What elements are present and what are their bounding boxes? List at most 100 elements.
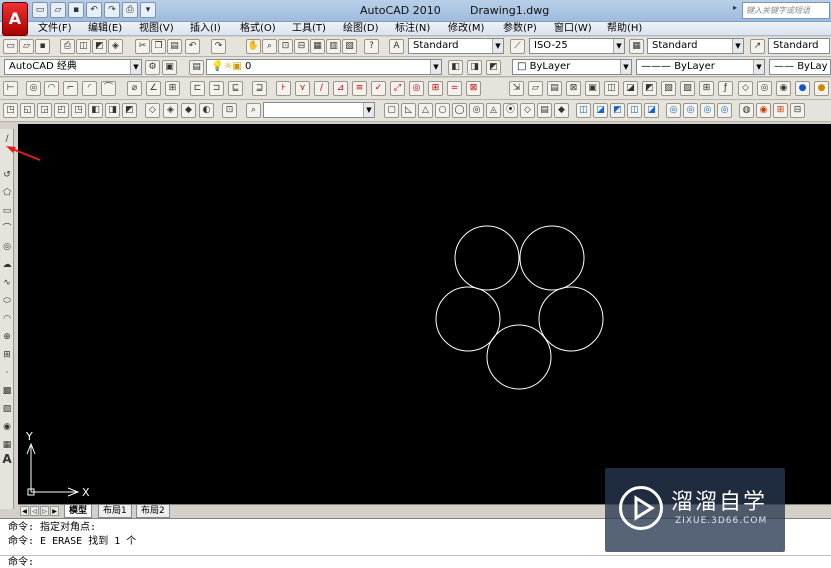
make-block-icon[interactable]: ⊞ [1,349,13,361]
dim-text-edit-icon[interactable]: ✓ [371,81,386,96]
camera-icon[interactable]: ◐ [199,103,214,118]
spline-icon[interactable]: ∿ [1,277,13,289]
dim-edit-icon[interactable]: ≡ [352,81,367,96]
field-icon[interactable]: ⊞ [699,81,714,96]
inquiry-area-icon[interactable]: ▱ [528,81,543,96]
tab-prev-icon[interactable]: ◁ [30,506,39,516]
save-icon[interactable]: ▪ [68,2,84,18]
workspace-save-icon[interactable]: ▣ [162,60,177,75]
intersect-icon[interactable]: ◎ [666,103,681,118]
menu-edit[interactable]: 编辑(E) [88,22,122,36]
text-style-dropdown[interactable]: Standard ▼ [408,38,504,54]
multileader-style-icon[interactable]: ↗ [750,39,765,54]
drawing-canvas[interactable]: Y X [18,124,831,504]
diameter-dim-icon[interactable]: ⌀ [127,81,142,96]
extrude-icon[interactable]: ▤ [537,103,552,118]
revision-cloud-icon[interactable]: ☁ [1,259,13,271]
layer-states-icon[interactable]: ◩ [486,60,501,75]
continue-dim-icon[interactable]: ⊐ [209,81,224,96]
render-icon[interactable]: ◇ [738,81,753,96]
command-input[interactable]: 命令: [0,555,831,568]
help-icon[interactable]: ? [364,39,379,54]
arc-length-icon[interactable]: ◠ [44,81,59,96]
3d-align-icon[interactable]: ◎ [717,103,732,118]
polygon-icon[interactable]: ⬠ [1,187,13,199]
inquiry-id-icon[interactable]: ⊠ [566,81,581,96]
linetype-dropdown[interactable]: ——— ByLayer ▼ [636,59,765,75]
print-icon[interactable]: ⎙ [122,2,138,18]
design-center-icon[interactable]: ▥ [326,39,341,54]
dim-style-dropdown[interactable]: ISO-25 ▼ [529,38,625,54]
layer-dropdown[interactable]: 💡☼▣ 0 ▼ [206,59,442,75]
tool-palettes-icon[interactable]: ▧ [342,39,357,54]
inquiry-distance-icon[interactable]: ⇲ [509,81,524,96]
lineweight-dropdown[interactable]: —— ByLay [769,59,831,75]
plot-icon[interactable]: ⎙ [60,39,75,54]
rectangle-icon[interactable]: ▭ [1,205,13,217]
gradient-icon[interactable]: ▨ [680,81,695,96]
view-back-icon[interactable]: ◨ [105,103,120,118]
menu-parametric[interactable]: 参数(P) [503,22,537,36]
presspull-icon[interactable]: ◆ [554,103,569,118]
zoom-previous-icon[interactable]: ⊟ [294,39,309,54]
zoom-window-icon[interactable]: ⊡ [278,39,293,54]
block-make-icon[interactable]: ◪ [623,81,638,96]
center-mark-icon[interactable]: ⋎ [295,81,310,96]
block-insert-icon[interactable]: ◫ [604,81,619,96]
arc-icon[interactable]: ⌒ [1,223,13,235]
new-icon[interactable]: ▭ [3,39,18,54]
menu-draw[interactable]: 绘图(D) [343,22,379,36]
view-dropdown[interactable]: ▼ [263,102,375,118]
inquiry-massprop-icon[interactable]: ▣ [585,81,600,96]
qat-dropdown-icon[interactable]: ▾ [140,2,156,18]
named-views-icon[interactable]: ⊡ [222,103,237,118]
open-icon[interactable]: ▱ [19,39,34,54]
menu-format[interactable]: 格式(O) [240,22,276,36]
text-style-icon[interactable]: A [389,39,404,54]
3d-move-icon[interactable]: ◎ [683,103,698,118]
render-window-icon[interactable]: ⊟ [790,103,805,118]
insert-block-icon[interactable]: ⊕ [1,331,13,343]
quick-dim-icon[interactable]: ⊞ [165,81,180,96]
ordinate-dim-icon[interactable]: ⌐ [63,81,78,96]
view-left-icon[interactable]: ◰ [54,103,69,118]
ellipse-arc-icon[interactable]: ◠ [1,313,13,325]
menu-file[interactable]: 文件(F) [38,22,72,36]
menu-view[interactable]: 视图(V) [139,22,174,36]
circle-top-right[interactable] [519,225,585,291]
sweep-icon[interactable]: ◫ [576,103,591,118]
layer-previous-icon[interactable]: ◨ [467,60,482,75]
search-expand-icon[interactable]: ▸ [733,3,741,17]
pyramid-icon[interactable]: ◬ [486,103,501,118]
menu-dimension[interactable]: 标注(N) [395,22,430,36]
layer-properties-icon[interactable]: ▤ [189,60,204,75]
menu-window[interactable]: 窗口(W) [554,22,592,36]
undo-toolbar-icon[interactable]: ↶ [185,39,200,54]
circle-middle-left[interactable] [435,286,501,352]
materials-icon[interactable]: ◉ [776,81,791,96]
3d-array-icon[interactable]: ◍ [739,103,754,118]
workspace-dropdown[interactable]: AutoCAD 经典 ▼ [4,59,142,75]
subtract-icon[interactable]: ◪ [644,103,659,118]
3d-rotate-icon[interactable]: ◎ [700,103,715,118]
application-menu-button[interactable]: A [2,2,28,36]
table-icon[interactable]: ▦ [1,439,13,451]
tab-model[interactable]: 模型 [64,505,93,518]
multileader-style-dropdown[interactable]: Standard [768,38,830,54]
render-setup-icon[interactable]: ⊞ [773,103,788,118]
zoom-icon[interactable]: ⌕ [246,103,261,118]
dim-break-icon[interactable]: ⊒ [252,81,267,96]
circle-middle-right[interactable] [538,286,604,352]
jogged-dim-icon[interactable]: ⌒ [101,81,116,96]
sun-icon[interactable]: ● [814,81,829,96]
circle-bottom[interactable] [486,324,552,390]
dim-override-icon[interactable]: ◎ [409,81,424,96]
table-style-dropdown[interactable]: Standard ▼ [647,38,744,54]
continuous-orbit-icon[interactable]: ◆ [181,103,196,118]
planar-surface-icon[interactable]: ◇ [520,103,535,118]
view-right-icon[interactable]: ◳ [71,103,86,118]
circle-top-left[interactable] [454,225,520,291]
cone-icon[interactable]: △ [418,103,433,118]
circle-icon[interactable]: ◎ [1,241,13,253]
view-bottom-icon[interactable]: ◲ [37,103,52,118]
